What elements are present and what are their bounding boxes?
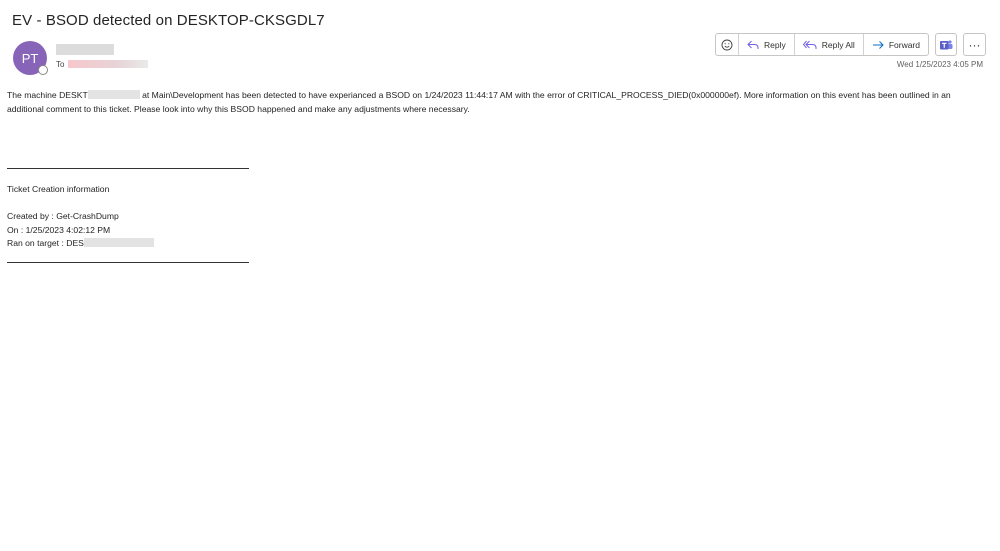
reply-all-button[interactable]: Reply All bbox=[795, 34, 864, 55]
received-timestamp: Wed 1/25/2023 4:05 PM bbox=[896, 60, 983, 69]
reply-all-label: Reply All bbox=[821, 39, 855, 50]
created-by: Created by : Get-CrashDump bbox=[7, 211, 119, 221]
ticket-info-heading: Ticket Creation information bbox=[7, 184, 110, 194]
message-text-start: The machine DESKT bbox=[7, 90, 88, 100]
forward-button[interactable]: Forward bbox=[864, 34, 928, 55]
created-on: On : 1/25/2023 4:02:12 PM bbox=[7, 224, 111, 235]
teams-icon bbox=[940, 39, 953, 49]
message-body: The machine DESKT at Main\Development ha… bbox=[7, 89, 982, 116]
more-actions-button[interactable]: ··· bbox=[963, 33, 986, 56]
sender-name-redacted[interactable] bbox=[56, 44, 114, 55]
more-icon: ··· bbox=[968, 37, 981, 52]
smiley-icon bbox=[721, 39, 733, 50]
message-text-rest: at Main\Development has been detected to… bbox=[7, 90, 951, 114]
reply-icon bbox=[747, 40, 759, 49]
divider-top bbox=[7, 168, 249, 169]
ran-on-target-row: Ran on target : DES bbox=[7, 237, 154, 251]
action-button-group: Reply Reply All Forward bbox=[715, 33, 929, 56]
recipient-row: To bbox=[56, 58, 149, 70]
avatar-initials: PT bbox=[21, 50, 39, 66]
to-label: To bbox=[56, 59, 65, 69]
divider-bottom bbox=[7, 262, 249, 263]
machine-name-redacted bbox=[87, 90, 140, 99]
reply-label: Reply bbox=[764, 39, 786, 50]
ran-on-target: Ran on target : DES bbox=[7, 238, 84, 249]
share-to-teams-button[interactable] bbox=[935, 33, 957, 56]
email-subject: EV - BSOD detected on DESKTOP-CKSGDL7 bbox=[12, 12, 325, 29]
target-name-redacted bbox=[83, 238, 154, 248]
message-toolbar: Reply Reply All Forward ··· bbox=[715, 33, 986, 56]
react-button[interactable] bbox=[716, 34, 739, 55]
ticket-details: Created by : Get-CrashDump On : 1/25/202… bbox=[7, 210, 154, 251]
reply-button[interactable]: Reply bbox=[739, 34, 795, 55]
recipient-redacted[interactable] bbox=[68, 60, 149, 68]
forward-label: Forward bbox=[888, 39, 920, 50]
reply-all-icon bbox=[802, 40, 817, 49]
presence-status-icon bbox=[38, 65, 48, 75]
forward-icon bbox=[872, 40, 884, 49]
